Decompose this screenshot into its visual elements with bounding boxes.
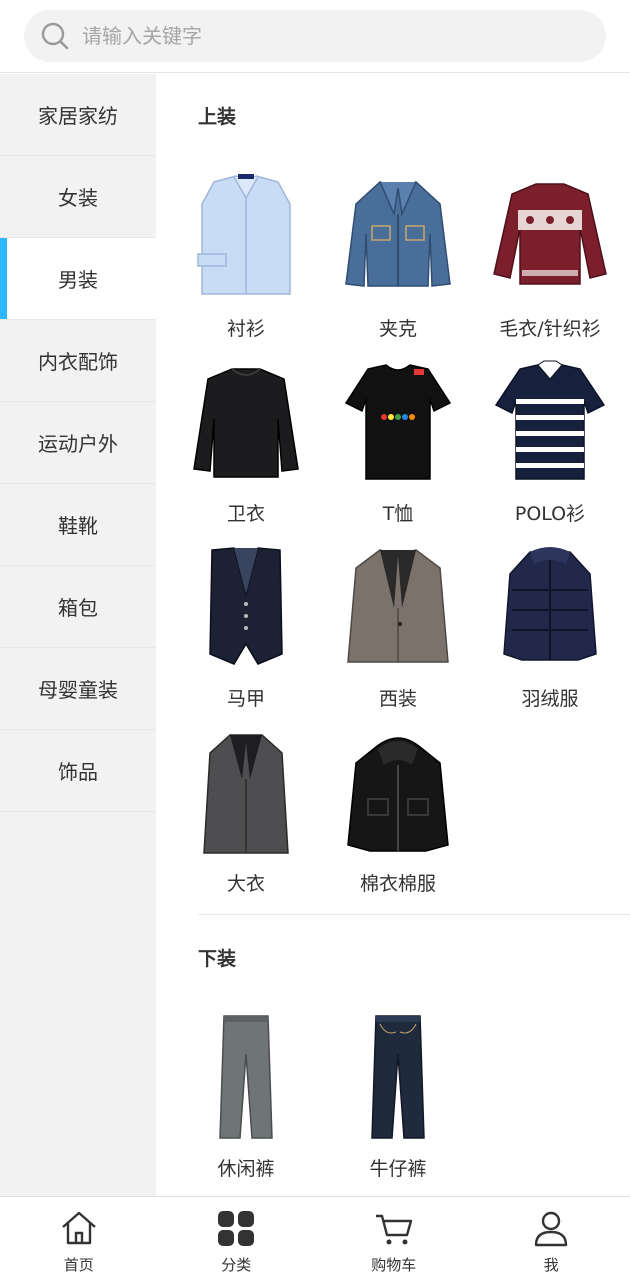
sidebar-item-label: 家居家纺 — [38, 104, 118, 128]
jeans-image — [371, 1015, 425, 1139]
sidebar-item-underwear-accessories[interactable]: 内衣配饰 — [0, 320, 156, 402]
shirt-image — [197, 174, 291, 295]
section-divider — [198, 914, 630, 915]
overcoat-image — [203, 734, 289, 854]
category-item-blazer[interactable]: 西装 — [323, 544, 473, 724]
category-item-label: 棉衣棉服 — [359, 873, 436, 895]
category-item-label: 夹克 — [378, 318, 417, 340]
category-item-label: 西装 — [378, 688, 417, 710]
category-item-label: 衬衫 — [226, 318, 265, 340]
tab-label: 分类 — [221, 1256, 252, 1274]
casual-pants-image — [219, 1015, 273, 1139]
denim-jacket-image — [345, 181, 451, 287]
sidebar-item-bags[interactable]: 箱包 — [0, 566, 156, 648]
category-item-casual-pants[interactable]: 休闲裤 — [171, 1014, 321, 1194]
search-header — [0, 0, 630, 73]
section-title-bottoms: 下装 — [198, 948, 237, 970]
category-item-vest[interactable]: 马甲 — [171, 544, 321, 724]
search-box[interactable] — [24, 10, 606, 62]
search-input[interactable] — [82, 24, 562, 48]
sidebar-item-label: 男装 — [58, 268, 98, 292]
sidebar-item-label: 运动户外 — [38, 432, 118, 456]
sidebar-item-label: 女装 — [58, 186, 98, 210]
category-item-label: 卫衣 — [226, 503, 265, 525]
sidebar-item-womens[interactable]: 女装 — [0, 156, 156, 238]
sidebar-item-label: 鞋靴 — [58, 514, 98, 538]
search-icon — [41, 22, 69, 50]
category-item-label: 大衣 — [226, 873, 265, 895]
category-item-jacket[interactable]: 夹克 — [323, 174, 473, 354]
blazer-image — [347, 549, 449, 663]
category-item-label: T恤 — [382, 503, 414, 525]
category-item-label: 毛衣/针织衫 — [499, 318, 601, 340]
sidebar-item-mens[interactable]: 男装 — [0, 238, 156, 320]
sweatshirt-image — [193, 368, 299, 478]
category-item-sweater[interactable]: 毛衣/针织衫 — [475, 174, 625, 354]
sidebar-item-label: 箱包 — [58, 596, 98, 620]
cart-icon — [375, 1214, 412, 1245]
category-item-label: 牛仔裤 — [369, 1158, 427, 1180]
tab-home[interactable]: 首页 — [0, 1197, 158, 1280]
category-item-padded-coat[interactable]: 棉衣棉服 — [323, 729, 473, 909]
polo-image — [494, 360, 606, 480]
sidebar-item-label: 母婴童装 — [38, 678, 118, 702]
sidebar-item-label: 饰品 — [58, 760, 98, 784]
sidebar-item-sports-outdoor[interactable]: 运动户外 — [0, 402, 156, 484]
tab-label: 购物车 — [371, 1256, 417, 1274]
profile-icon — [535, 1211, 568, 1247]
down-jacket-image — [503, 547, 597, 661]
category-item-sweatshirt[interactable]: 卫衣 — [171, 359, 321, 539]
home-icon — [61, 1211, 96, 1245]
sweater-image — [493, 183, 607, 285]
category-item-overcoat[interactable]: 大衣 — [171, 729, 321, 909]
category-item-down-jacket[interactable]: 羽绒服 — [475, 544, 625, 724]
category-item-label: 马甲 — [226, 688, 265, 710]
padded-coat-image — [347, 737, 449, 852]
bottom-tab-bar: 首页 分类 购物车 我 — [0, 1196, 630, 1280]
tab-label: 首页 — [63, 1256, 94, 1274]
category-item-tshirt[interactable]: T恤 — [323, 359, 473, 539]
vest-image — [209, 547, 283, 665]
tshirt-image — [344, 364, 452, 480]
category-item-shirt[interactable]: 衬衫 — [171, 174, 321, 354]
sidebar-item-baby-kids[interactable]: 母婴童装 — [0, 648, 156, 730]
category-item-jeans[interactable]: 牛仔裤 — [323, 1014, 473, 1194]
category-item-label: POLO衫 — [514, 503, 586, 525]
tab-label: 我 — [543, 1256, 559, 1274]
category-item-label: 羽绒服 — [521, 688, 579, 710]
sidebar-item-label: 内衣配饰 — [38, 350, 118, 374]
sidebar-item-shoes[interactable]: 鞋靴 — [0, 484, 156, 566]
tab-category[interactable]: 分类 — [158, 1197, 316, 1280]
category-icon — [218, 1211, 255, 1246]
category-content: 上装 衬衫 夹克 毛衣/针织衫 卫衣 T恤 POLO衫 马甲 西装 羽绒服 大衣… — [156, 74, 630, 1196]
category-item-label: 休闲裤 — [217, 1158, 275, 1180]
tab-profile[interactable]: 我 — [473, 1197, 630, 1280]
category-item-polo[interactable]: POLO衫 — [475, 359, 625, 539]
sidebar-item-home-textiles[interactable]: 家居家纺 — [0, 74, 156, 156]
category-sidebar: 家居家纺 女装 男装 内衣配饰 运动户外 鞋靴 箱包 母婴童装 饰品 — [0, 74, 156, 1196]
sidebar-item-jewelry[interactable]: 饰品 — [0, 730, 156, 812]
section-title-tops: 上装 — [198, 106, 237, 128]
tab-cart[interactable]: 购物车 — [315, 1197, 473, 1280]
